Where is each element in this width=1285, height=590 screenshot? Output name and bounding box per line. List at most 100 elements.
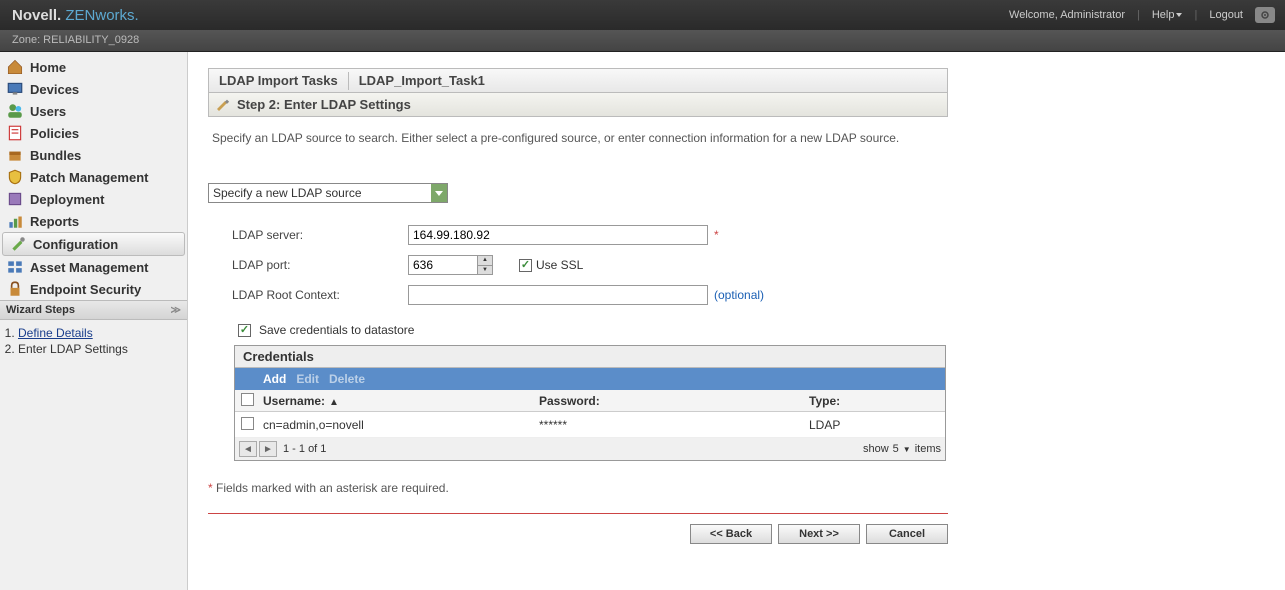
cell-password: ****** [539, 418, 809, 432]
use-ssl-checkbox[interactable] [519, 259, 532, 272]
chevron-down-icon[interactable] [431, 184, 447, 202]
collapse-icon[interactable]: ≫ [171, 305, 181, 316]
wizard-step[interactable]: Define Details [18, 326, 179, 340]
sidebar-item-devices[interactable]: Devices [0, 78, 187, 100]
welcome-text: Welcome, Administrator [1009, 9, 1125, 21]
spinner-down[interactable]: ▼ [478, 266, 492, 275]
required-asterisk: * [714, 228, 719, 242]
table-row[interactable]: cn=admin,o=novell******LDAP [235, 412, 945, 438]
header-right: Welcome, Administrator | Help | Logout [1009, 7, 1275, 23]
cancel-button[interactable]: Cancel [866, 524, 948, 544]
ldap-root-context-input[interactable] [408, 285, 708, 305]
save-credentials-label: Save credentials to datastore [259, 323, 414, 337]
add-button[interactable]: Add [263, 372, 286, 386]
sidebar-item-label: Deployment [30, 192, 104, 207]
next-button[interactable]: Next >> [778, 524, 860, 544]
ldap-source-select[interactable]: Specify a new LDAP source [208, 183, 448, 203]
column-type[interactable]: Type: [809, 394, 929, 408]
sidebar-item-label: Configuration [33, 237, 118, 252]
sidebar-item-deployment[interactable]: Deployment [0, 188, 187, 210]
sidebar-item-label: Policies [30, 126, 79, 141]
select-all-checkbox[interactable] [241, 393, 254, 406]
row-checkbox[interactable] [241, 417, 254, 430]
sidebar: Home Devices Users Policies Bundles Patch Man… [0, 52, 188, 590]
pager-count[interactable]: 5 [893, 443, 899, 455]
ldap-port-input[interactable] [409, 256, 477, 274]
ldap-server-input[interactable] [408, 225, 708, 245]
wizard-step: Enter LDAP Settings [18, 342, 179, 356]
step-title: Step 2: Enter LDAP Settings [237, 97, 411, 112]
users-icon [6, 103, 24, 119]
breadcrumb-root[interactable]: LDAP Import Tasks [209, 69, 348, 92]
config-icon [9, 236, 27, 252]
sidebar-item-users[interactable]: Users [0, 100, 187, 122]
sidebar-item-configuration[interactable]: Configuration [2, 232, 185, 256]
sort-asc-icon: ▲ [329, 397, 339, 408]
brand-zenworks: ZENworks. [65, 7, 138, 24]
edit-button: Edit [296, 372, 319, 386]
save-credentials-checkbox[interactable] [238, 324, 251, 337]
cell-username: cn=admin,o=novell [259, 418, 539, 432]
home-icon [6, 59, 24, 75]
main-content: LDAP Import Tasks LDAP_Import_Task1 Step… [188, 52, 1285, 590]
policy-icon [6, 125, 24, 141]
use-ssl-label: Use SSL [536, 258, 583, 272]
column-password[interactable]: Password: [539, 394, 809, 408]
breadcrumb: LDAP Import Tasks LDAP_Import_Task1 [208, 68, 948, 93]
pager-next[interactable]: ► [259, 441, 277, 457]
settings-icon[interactable] [1255, 7, 1275, 23]
sidebar-item-label: Patch Management [30, 170, 148, 185]
ldap-port-label: LDAP port: [232, 258, 408, 272]
brand-novell: Novell. [12, 7, 61, 24]
credentials-title: Credentials [235, 346, 945, 368]
credentials-toolbar: Add Edit Delete [235, 368, 945, 390]
shield-icon [6, 169, 24, 185]
zone-bar: Zone: RELIABILITY_0928 [0, 30, 1285, 52]
sidebar-item-label: Asset Management [30, 260, 148, 275]
sidebar-item-endpoint-security[interactable]: Endpoint Security [0, 278, 187, 300]
sidebar-item-label: Devices [30, 82, 79, 97]
sidebar-item-label: Reports [30, 214, 79, 229]
sidebar-item-label: Users [30, 104, 66, 119]
divider [208, 513, 948, 514]
sidebar-item-asset-management[interactable]: Asset Management [0, 256, 187, 278]
step-description: Specify an LDAP source to search. Either… [208, 117, 948, 147]
back-button[interactable]: << Back [690, 524, 772, 544]
bundle-icon [6, 147, 24, 163]
brand: Novell. ZENworks. [12, 7, 139, 24]
reports-icon [6, 213, 24, 229]
delete-button: Delete [329, 372, 365, 386]
column-username[interactable]: Username:▲ [259, 394, 539, 408]
breadcrumb-current: LDAP_Import_Task1 [349, 69, 495, 92]
ldap-server-label: LDAP server: [232, 228, 408, 242]
sidebar-item-home[interactable]: Home [0, 56, 187, 78]
sidebar-item-label: Bundles [30, 148, 81, 163]
optional-hint: (optional) [714, 288, 764, 302]
sidebar-item-patch-management[interactable]: Patch Management [0, 166, 187, 188]
monitor-icon [6, 81, 24, 97]
pager-prev[interactable]: ◄ [239, 441, 257, 457]
step-header: Step 2: Enter LDAP Settings [208, 93, 948, 117]
deploy-icon [6, 191, 24, 207]
spinner-up[interactable]: ▲ [478, 256, 492, 266]
ldap-root-context-label: LDAP Root Context: [232, 288, 408, 302]
wizard-steps-header[interactable]: Wizard Steps ≫ [0, 300, 187, 320]
cell-type: LDAP [809, 418, 929, 432]
top-header: Novell. ZENworks. Welcome, Administrator… [0, 0, 1285, 30]
credentials-pager: ◄ ► 1 - 1 of 1 show 5 ▼ items [235, 438, 945, 460]
sidebar-item-reports[interactable]: Reports [0, 210, 187, 232]
asset-icon [6, 259, 24, 275]
ldap-port-stepper[interactable]: ▲ ▼ [408, 255, 493, 275]
credentials-panel: Credentials Add Edit Delete Username:▲ P… [234, 345, 946, 461]
sidebar-item-bundles[interactable]: Bundles [0, 144, 187, 166]
pager-range: 1 - 1 of 1 [283, 443, 326, 455]
sidebar-item-label: Endpoint Security [30, 282, 141, 297]
help-menu[interactable]: Help [1152, 9, 1183, 21]
credentials-header-row: Username:▲ Password: Type: [235, 390, 945, 412]
sidebar-item-label: Home [30, 60, 66, 75]
sidebar-item-policies[interactable]: Policies [0, 122, 187, 144]
lock-icon [6, 281, 24, 297]
logout-link[interactable]: Logout [1209, 9, 1243, 21]
wizard-step-icon [215, 97, 231, 113]
wizard-button-row: << Back Next >> Cancel [208, 524, 948, 544]
